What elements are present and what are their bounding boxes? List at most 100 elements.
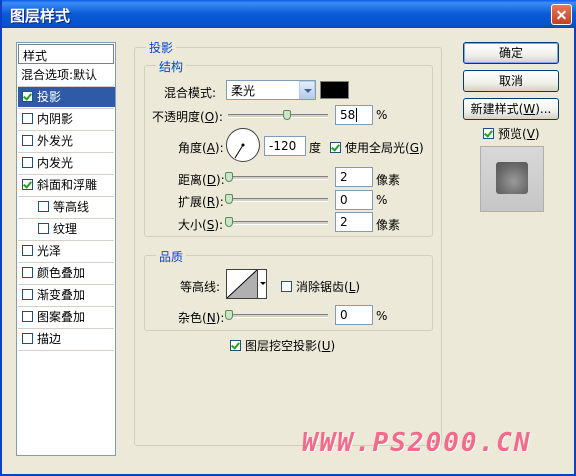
spread-slider-track[interactable] <box>228 198 328 202</box>
size-unit: 像素 <box>376 218 401 232</box>
distance-input[interactable]: 2 <box>335 167 373 187</box>
blend-mode-value: 柔光 <box>231 84 256 98</box>
style-list-item-label: 渐变叠加 <box>37 288 86 302</box>
angle-input[interactable]: -120 <box>264 136 306 156</box>
style-list-item[interactable]: 内阴影 <box>18 109 115 129</box>
opacity-slider-thumb[interactable] <box>283 110 291 120</box>
noise-unit: % <box>376 309 388 323</box>
global-light-checkbox[interactable] <box>330 142 341 153</box>
spread-label: 扩展(R): <box>178 195 224 209</box>
anti-alias-checkbox[interactable] <box>281 281 292 292</box>
global-light-option[interactable]: 使用全局光(G) <box>330 139 424 156</box>
noise-input[interactable]: 0 <box>335 305 373 325</box>
angle-label: 角度(A): <box>178 141 224 155</box>
style-checkbox[interactable] <box>22 245 33 256</box>
spread-slider-thumb[interactable] <box>225 194 233 204</box>
styles-list-header[interactable]: 样式 <box>18 44 114 64</box>
style-list-item-label: 投影 <box>37 90 62 104</box>
style-list-item-label: 等高线 <box>53 200 90 214</box>
style-list-item-label: 斜面和浮雕 <box>37 178 98 192</box>
blend-mode-select[interactable]: 柔光 <box>226 80 316 100</box>
style-list-item[interactable]: 混合选项:默认 <box>18 65 114 85</box>
structure-title: 结构 <box>156 58 187 75</box>
size-slider-track[interactable] <box>228 221 328 225</box>
list-divider <box>18 350 114 351</box>
style-checkbox[interactable] <box>22 113 33 124</box>
preview-thumbnail <box>480 146 544 212</box>
preview-option[interactable]: 预览(V) <box>483 125 540 142</box>
style-list-item-label: 内阴影 <box>37 112 74 126</box>
style-checkbox[interactable] <box>22 179 33 190</box>
style-checkbox[interactable] <box>22 267 33 278</box>
style-list-item[interactable]: 渐变叠加 <box>18 285 115 305</box>
style-list-item[interactable]: 图案叠加 <box>18 307 115 327</box>
style-checkbox[interactable] <box>38 201 49 212</box>
angle-dial[interactable] <box>226 128 260 162</box>
anti-alias-option[interactable]: 消除锯齿(L) <box>281 278 360 295</box>
style-list-item[interactable]: 纹理 <box>18 219 114 239</box>
contour-picker[interactable] <box>226 269 258 299</box>
ok-button[interactable]: 确定 <box>463 42 559 64</box>
size-slider-thumb[interactable] <box>225 217 233 227</box>
styles-list: 样式 混合选项:默认投影内阴影外发光内发光斜面和浮雕等高线纹理光泽颜色叠加渐变叠… <box>16 42 116 456</box>
style-list-item-label: 描边 <box>37 332 62 346</box>
contour-dropdown-button[interactable] <box>257 269 267 299</box>
style-list-item-label: 图案叠加 <box>37 310 86 324</box>
distance-slider-thumb[interactable] <box>225 172 233 182</box>
style-checkbox[interactable] <box>22 311 33 322</box>
drop-shadow-title: 投影 <box>146 39 177 56</box>
size-input[interactable]: 2 <box>335 212 373 232</box>
angle-unit: 度 <box>309 141 322 155</box>
quality-title: 品质 <box>156 248 187 265</box>
window-title: 图层样式 <box>10 7 71 25</box>
preview-checkbox[interactable] <box>483 128 494 139</box>
watermark: WWW.PS2000.CN <box>302 428 532 458</box>
chevron-down-icon <box>299 81 315 99</box>
noise-slider-thumb[interactable] <box>225 310 233 320</box>
contour-label: 等高线: <box>180 280 221 294</box>
layer-knockout-checkbox[interactable] <box>230 340 241 351</box>
style-list-item[interactable]: 等高线 <box>18 197 114 217</box>
style-list-item[interactable]: 颜色叠加 <box>18 263 115 283</box>
noise-slider-track[interactable] <box>228 314 328 318</box>
cancel-button[interactable]: 取消 <box>463 70 559 92</box>
contour-curve-icon <box>227 270 257 298</box>
size-label: 大小(S): <box>178 218 224 232</box>
angle-needle-icon <box>234 143 245 159</box>
style-list-item-label: 内发光 <box>37 156 74 170</box>
style-list-item[interactable]: 外发光 <box>18 131 115 151</box>
style-checkbox[interactable] <box>22 333 33 344</box>
style-list-item-label: 光泽 <box>37 244 62 258</box>
new-style-button[interactable]: 新建样式(W)... <box>463 98 559 120</box>
spread-input[interactable]: 0 <box>335 190 373 210</box>
opacity-slider-track[interactable] <box>228 114 328 118</box>
style-checkbox[interactable] <box>22 91 33 102</box>
style-list-item[interactable]: 内发光 <box>18 153 115 173</box>
style-checkbox[interactable] <box>38 223 49 234</box>
style-checkbox[interactable] <box>22 157 33 168</box>
style-list-item[interactable]: 斜面和浮雕 <box>18 175 115 195</box>
distance-slider-track[interactable] <box>228 176 328 180</box>
layer-style-dialog: 图层样式 样式 混合选项:默认 投影 内阴影 外发光 内发光 斜面和浮雕 等高线 纹理 光泽 颜色… <box>0 0 576 476</box>
preview-image <box>496 162 528 194</box>
opacity-input[interactable]: 58 <box>335 105 373 125</box>
opacity-label: 不透明度(O): <box>152 110 223 124</box>
noise-label: 杂色(N): <box>178 311 225 325</box>
style-list-item-label: 纹理 <box>53 222 78 236</box>
close-button[interactable] <box>551 4 572 25</box>
style-list-item[interactable]: 光泽 <box>18 241 115 261</box>
style-list-item[interactable]: 投影 <box>18 87 115 107</box>
title-bar[interactable]: 图层样式 <box>2 0 576 28</box>
opacity-unit: % <box>376 108 388 122</box>
style-checkbox[interactable] <box>22 289 33 300</box>
layer-knockout-option[interactable]: 图层挖空投影(U) <box>230 337 335 354</box>
shadow-color-swatch[interactable] <box>320 81 349 99</box>
style-checkbox[interactable] <box>22 135 33 146</box>
style-list-item-label: 混合选项:默认 <box>21 68 98 82</box>
spread-unit: % <box>376 193 388 207</box>
distance-label: 距离(D): <box>178 173 225 187</box>
blend-mode-label: 混合模式: <box>164 86 217 100</box>
style-list-item-label: 外发光 <box>37 134 74 148</box>
style-list-item[interactable]: 描边 <box>18 329 115 349</box>
style-list-item-label: 颜色叠加 <box>37 266 86 280</box>
